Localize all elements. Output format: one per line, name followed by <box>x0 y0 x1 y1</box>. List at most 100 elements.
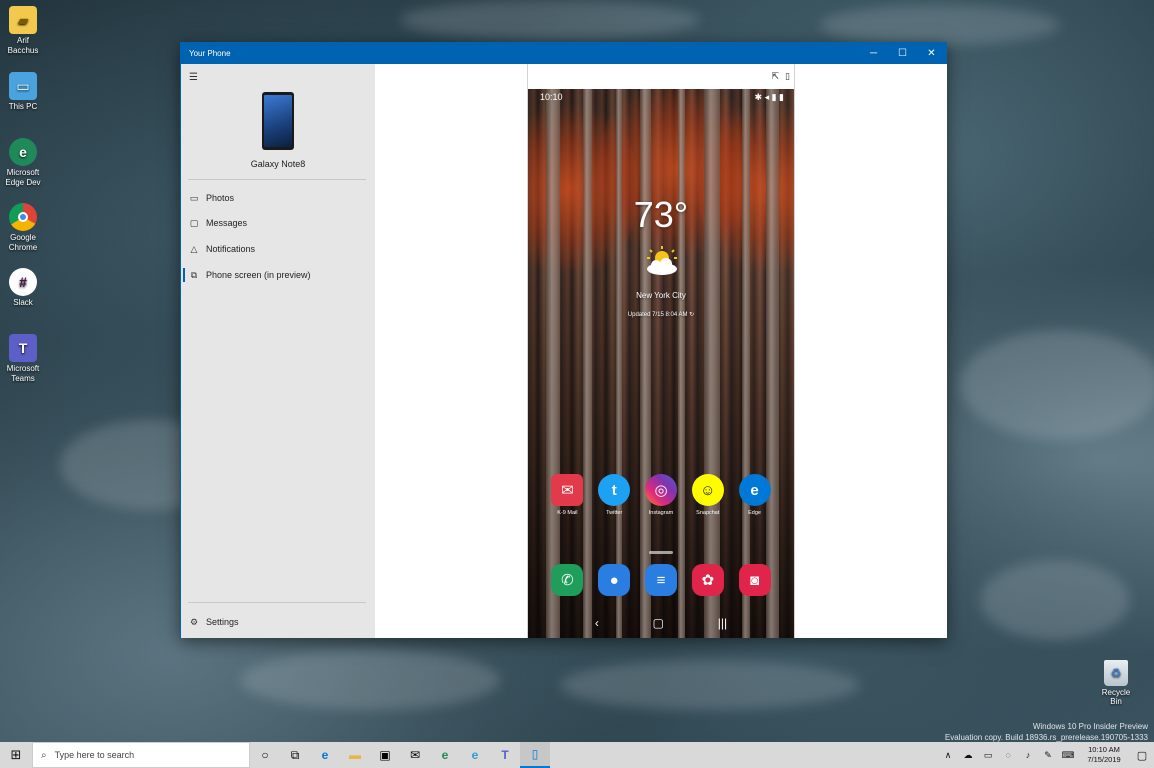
search-placeholder: Type here to search <box>54 750 135 760</box>
home-app-row: ✉ K-9 Mail t Twitter ◎ Instagram ☺ Snapc… <box>528 474 794 516</box>
hamburger-menu-icon[interactable]: ☰ <box>189 72 199 83</box>
recents-icon[interactable]: ||| <box>718 616 727 630</box>
sidebar-item-messages[interactable]: ▢ Messages <box>188 214 247 232</box>
home-icon[interactable]: ▢ <box>653 616 664 630</box>
onedrive-icon[interactable]: ☁ <box>958 750 978 761</box>
mail-icon[interactable]: ✉ <box>400 742 430 768</box>
desktop-icon-label: This PC <box>8 102 38 111</box>
k9-mail-icon: ✉ <box>551 474 584 506</box>
desktop-icon-recycle-bin[interactable]: ♻ Recycle Bin <box>1096 660 1136 706</box>
clock-date: 7/15/2019 <box>1087 755 1121 764</box>
taskbar: ⊞ ⌕ Type here to search ○ ⧉ e ▬ ▣ ✉ e e … <box>0 742 1154 768</box>
taskbar-search-box[interactable]: ⌕ Type here to search <box>32 742 250 768</box>
weather-city: New York City <box>636 291 686 300</box>
window-titlebar[interactable]: Your Phone ─ ☐ ✕ <box>181 43 946 64</box>
chrome-icon <box>9 203 37 231</box>
task-view-icon[interactable]: ⧉ <box>280 742 310 768</box>
desktop-icon-label: Google Chrome <box>8 233 38 252</box>
wifi-icon[interactable]: ◌ <box>998 750 1018 760</box>
touch-keyboard-icon[interactable]: ⌨ <box>1058 750 1078 761</box>
maximize-button[interactable]: ☐ <box>888 43 917 64</box>
file-explorer-icon[interactable]: ▬ <box>340 742 370 768</box>
app-bixby[interactable]: ✿ <box>690 564 726 600</box>
sidebar-item-settings[interactable]: ⚙ Settings <box>188 613 239 631</box>
edge-dev-taskbar-icon[interactable]: e <box>430 742 460 768</box>
store-icon[interactable]: ▣ <box>370 742 400 768</box>
pin-icon[interactable]: ⇱ <box>772 71 780 82</box>
desktop-icon-chrome[interactable]: Google Chrome <box>2 203 44 253</box>
desktop-icon-label: Microsoft Teams <box>6 364 40 383</box>
app-twitter[interactable]: t Twitter <box>596 474 632 516</box>
app-edge[interactable]: e Edge <box>737 474 773 516</box>
phone-nav-bar: ‹ ▢ ||| <box>528 608 794 638</box>
back-icon[interactable]: ‹ <box>595 616 599 630</box>
user-folder-icon: ▰ <box>9 6 37 34</box>
photos-icon: ▭ <box>189 192 199 203</box>
phone-mirror-screen[interactable]: 10:10 ✱ ◂ ▮ ▮ 73° New York City Updated … <box>528 89 794 638</box>
minimize-button[interactable]: ─ <box>859 43 888 64</box>
show-hidden-icons-icon[interactable]: ∧ <box>938 750 958 761</box>
phone-status-bar: 10:10 ✱ ◂ ▮ ▮ <box>528 89 794 105</box>
app-drawer-handle[interactable] <box>649 551 673 554</box>
app-label: Instagram <box>648 510 674 516</box>
battery-icon[interactable]: ▭ <box>978 750 998 761</box>
phone-status-icons: ✱ ◂ ▮ ▮ <box>754 91 784 102</box>
twitter-icon: t <box>598 474 631 506</box>
app-snapchat[interactable]: ☺ Snapchat <box>690 474 726 516</box>
close-button[interactable]: ✕ <box>917 43 946 64</box>
sidebar-item-photos[interactable]: ▭ Photos <box>188 189 234 207</box>
start-button[interactable]: ⊞ <box>0 742 32 768</box>
sidebar-item-label: Phone screen (in preview) <box>206 270 311 280</box>
search-icon: ⌕ <box>41 749 47 761</box>
main-content: ⇱ ▯ 10:10 ✱ ◂ ▮ ▮ 73° New York City Upda… <box>375 64 947 638</box>
clock-time: 10:10 AM <box>1088 745 1120 754</box>
sidebar-item-label: Notifications <box>206 244 256 254</box>
weather-temperature[interactable]: 73° <box>528 194 794 236</box>
phone-screen-frame: ⇱ ▯ 10:10 ✱ ◂ ▮ ▮ 73° New York City Upda… <box>527 64 795 638</box>
edge-beta-taskbar-icon[interactable]: e <box>460 742 490 768</box>
sidebar: ☰ Galaxy Note8 ▭ Photos ▢ Messages △ Not… <box>181 64 375 638</box>
partly-sunny-icon <box>647 246 677 275</box>
desktop-icon-this-pc[interactable]: ▭ This PC <box>2 72 44 112</box>
weather-updated[interactable]: Updated 7/15 8:04 AM ↻ <box>528 311 794 318</box>
pen-workspace-icon[interactable]: ✎ <box>1038 750 1058 761</box>
edge-taskbar-icon[interactable]: e <box>310 742 340 768</box>
teams-taskbar-icon[interactable]: T <box>490 742 520 768</box>
sidebar-item-notifications[interactable]: △ Notifications <box>188 240 256 258</box>
app-camera[interactable]: ◙ <box>737 564 773 600</box>
watermark-line: Windows 10 Pro Insider Preview <box>1032 722 1148 731</box>
app-messages[interactable]: ≡ <box>643 564 679 600</box>
app-phone[interactable]: ✆ <box>549 564 585 600</box>
bell-icon: △ <box>190 243 198 254</box>
sidebar-item-phone-screen[interactable]: ⧉ Phone screen (in preview) <box>183 266 311 284</box>
taskbar-clock[interactable]: 10:10 AM 7/15/2019 <box>1078 745 1130 765</box>
desktop-icon-edge-dev[interactable]: e Microsoft Edge Dev <box>2 138 44 188</box>
app-contacts[interactable]: ● <box>596 564 632 600</box>
your-phone-taskbar-icon[interactable]: ▯ <box>520 742 550 768</box>
phone-settings-icon[interactable]: ▯ <box>785 71 790 82</box>
app-instagram[interactable]: ◎ Instagram <box>643 474 679 516</box>
messages-icon: ▢ <box>189 217 199 228</box>
desktop-icon-slack[interactable]: # Slack <box>2 268 44 308</box>
cortana-icon[interactable]: ○ <box>250 742 280 768</box>
volume-icon[interactable]: ♪ <box>1018 750 1038 760</box>
app-k9-mail[interactable]: ✉ K-9 Mail <box>549 474 585 516</box>
phone-status-time: 10:10 <box>540 92 563 102</box>
snapchat-icon: ☺ <box>691 474 724 506</box>
instagram-icon: ◎ <box>644 474 677 506</box>
desktop-icon-user-folder[interactable]: ▰ Arif Bacchus <box>2 6 44 56</box>
app-label: Edge <box>748 510 761 516</box>
your-phone-window: Your Phone ─ ☐ ✕ ☰ Galaxy Note8 ▭ Photos… <box>180 42 947 638</box>
slack-icon: # <box>9 268 37 296</box>
system-tray: ∧ ☁ ▭ ◌ ♪ ✎ ⌨ 10:10 AM 7/15/2019 ▢ <box>938 742 1154 768</box>
device-name: Galaxy Note8 <box>250 159 306 169</box>
desktop-icon-label: Microsoft Edge Dev <box>5 168 41 187</box>
gear-icon: ⚙ <box>189 616 199 627</box>
window-title: Your Phone <box>189 49 231 58</box>
edge-dev-icon: e <box>9 138 37 166</box>
desktop-icon-teams[interactable]: T Microsoft Teams <box>2 334 44 384</box>
sidebar-divider <box>188 602 366 603</box>
desktop-icon-label: Arif Bacchus <box>7 36 39 55</box>
action-center-icon[interactable]: ▢ <box>1130 749 1154 762</box>
app-label: K-9 Mail <box>557 510 578 516</box>
